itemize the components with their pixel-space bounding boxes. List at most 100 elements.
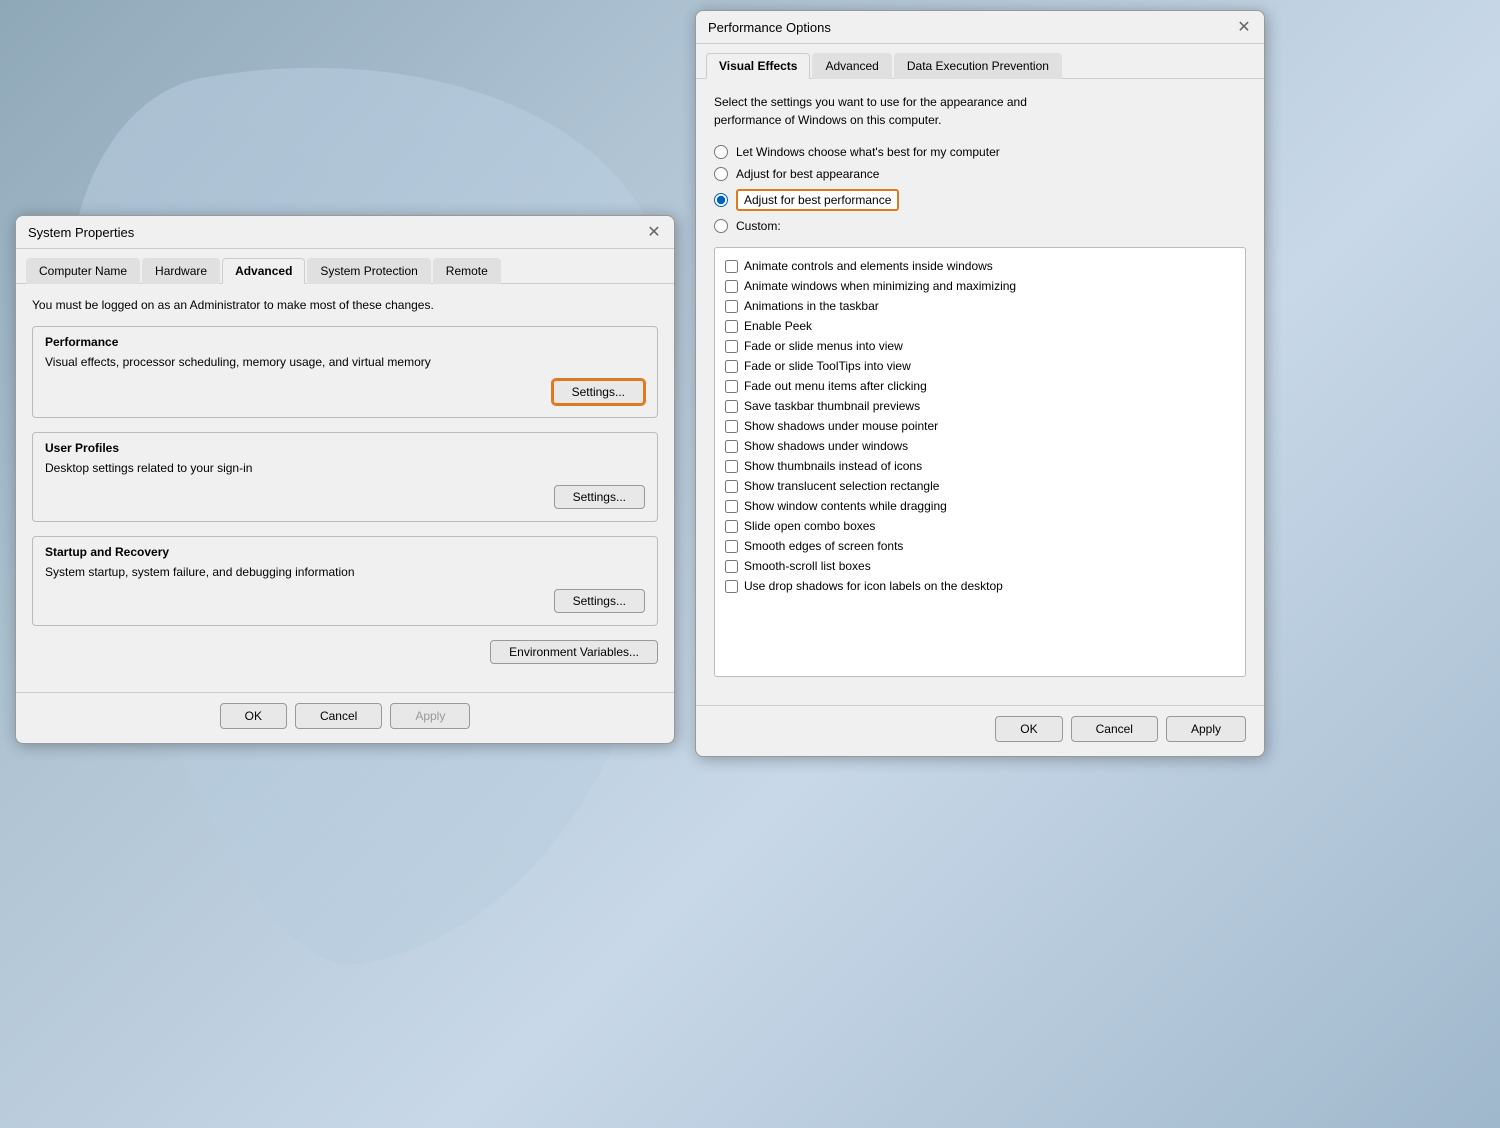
performance-options-window: Performance Options ✕ Visual Effects Adv… bbox=[695, 10, 1265, 757]
checkbox-label-11: Show translucent selection rectangle bbox=[744, 479, 939, 493]
system-properties-tab-bar: Computer Name Hardware Advanced System P… bbox=[16, 249, 674, 284]
checkbox-label-10: Show thumbnails instead of icons bbox=[744, 459, 922, 473]
performance-options-close-button[interactable]: ✕ bbox=[1236, 19, 1252, 35]
checkbox-input-3[interactable] bbox=[725, 320, 738, 333]
checkbox-label-9: Show shadows under windows bbox=[744, 439, 908, 453]
performance-description: Visual effects, processor scheduling, me… bbox=[45, 355, 645, 369]
checkbox-item: Enable Peek bbox=[723, 316, 1237, 336]
radio-let-windows-label: Let Windows choose what's best for my co… bbox=[736, 145, 1000, 159]
radio-best-appearance-input[interactable] bbox=[714, 167, 728, 181]
checkbox-input-7[interactable] bbox=[725, 400, 738, 413]
perf-apply-button[interactable]: Apply bbox=[1166, 716, 1246, 742]
sys-apply-button[interactable]: Apply bbox=[390, 703, 470, 729]
checkbox-label-12: Show window contents while dragging bbox=[744, 499, 947, 513]
performance-settings-button[interactable]: Settings... bbox=[552, 379, 645, 405]
radio-best-performance: Adjust for best performance bbox=[714, 189, 1246, 211]
checkbox-input-8[interactable] bbox=[725, 420, 738, 433]
performance-options-description: Select the settings you want to use for … bbox=[714, 93, 1246, 129]
checkbox-input-11[interactable] bbox=[725, 480, 738, 493]
radio-custom: Custom: bbox=[714, 219, 1246, 233]
checkbox-label-3: Enable Peek bbox=[744, 319, 812, 333]
checkbox-item: Use drop shadows for icon labels on the … bbox=[723, 576, 1237, 596]
checkbox-label-4: Fade or slide menus into view bbox=[744, 339, 903, 353]
performance-label: Performance bbox=[45, 335, 645, 349]
checkbox-input-4[interactable] bbox=[725, 340, 738, 353]
system-properties-close-button[interactable]: ✕ bbox=[646, 224, 662, 240]
startup-recovery-settings-button[interactable]: Settings... bbox=[554, 589, 645, 613]
checkbox-input-0[interactable] bbox=[725, 260, 738, 273]
checkbox-item: Fade or slide ToolTips into view bbox=[723, 356, 1237, 376]
startup-recovery-section: Startup and Recovery System startup, sys… bbox=[32, 536, 658, 626]
performance-section: Performance Visual effects, processor sc… bbox=[32, 326, 658, 418]
checkbox-item: Animate controls and elements inside win… bbox=[723, 256, 1237, 276]
checkbox-item: Show shadows under mouse pointer bbox=[723, 416, 1237, 436]
checkbox-input-9[interactable] bbox=[725, 440, 738, 453]
checkbox-label-5: Fade or slide ToolTips into view bbox=[744, 359, 911, 373]
radio-custom-input[interactable] bbox=[714, 219, 728, 233]
tab-advanced[interactable]: Advanced bbox=[222, 258, 305, 284]
checkbox-label-1: Animate windows when minimizing and maxi… bbox=[744, 279, 1016, 293]
performance-options-footer: OK Cancel Apply bbox=[696, 705, 1264, 756]
checkbox-label-15: Smooth-scroll list boxes bbox=[744, 559, 871, 573]
checkbox-input-1[interactable] bbox=[725, 280, 738, 293]
performance-options-content: Select the settings you want to use for … bbox=[696, 79, 1264, 705]
radio-best-appearance: Adjust for best appearance bbox=[714, 167, 1246, 181]
tab-computer-name[interactable]: Computer Name bbox=[26, 258, 140, 284]
user-profiles-description: Desktop settings related to your sign-in bbox=[45, 461, 645, 475]
tab-visual-effects[interactable]: Visual Effects bbox=[706, 53, 810, 79]
checkbox-label-0: Animate controls and elements inside win… bbox=[744, 259, 993, 273]
radio-best-appearance-label: Adjust for best appearance bbox=[736, 167, 879, 181]
checkbox-item: Show shadows under windows bbox=[723, 436, 1237, 456]
tab-dep[interactable]: Data Execution Prevention bbox=[894, 53, 1062, 79]
visual-effects-radio-group: Let Windows choose what's best for my co… bbox=[714, 145, 1246, 233]
system-properties-content: You must be logged on as an Administrato… bbox=[16, 284, 674, 692]
radio-let-windows-input[interactable] bbox=[714, 145, 728, 159]
checkbox-label-2: Animations in the taskbar bbox=[744, 299, 879, 313]
performance-options-titlebar: Performance Options ✕ bbox=[696, 11, 1264, 44]
system-properties-title: System Properties bbox=[28, 225, 134, 240]
checkbox-label-7: Save taskbar thumbnail previews bbox=[744, 399, 920, 413]
user-profiles-settings-button[interactable]: Settings... bbox=[554, 485, 645, 509]
checkbox-input-16[interactable] bbox=[725, 580, 738, 593]
checkbox-item: Smooth edges of screen fonts bbox=[723, 536, 1237, 556]
checkbox-item: Fade or slide menus into view bbox=[723, 336, 1237, 356]
checkbox-item: Show thumbnails instead of icons bbox=[723, 456, 1237, 476]
checkbox-input-5[interactable] bbox=[725, 360, 738, 373]
checkbox-input-10[interactable] bbox=[725, 460, 738, 473]
tab-system-protection[interactable]: System Protection bbox=[307, 258, 430, 284]
tab-hardware[interactable]: Hardware bbox=[142, 258, 220, 284]
checkbox-input-15[interactable] bbox=[725, 560, 738, 573]
user-profiles-section: User Profiles Desktop settings related t… bbox=[32, 432, 658, 522]
checkbox-input-2[interactable] bbox=[725, 300, 738, 313]
tab-remote[interactable]: Remote bbox=[433, 258, 501, 284]
sys-ok-button[interactable]: OK bbox=[220, 703, 287, 729]
radio-best-performance-input[interactable] bbox=[714, 193, 728, 207]
startup-recovery-label: Startup and Recovery bbox=[45, 545, 645, 559]
checkbox-item: Show translucent selection rectangle bbox=[723, 476, 1237, 496]
perf-ok-button[interactable]: OK bbox=[995, 716, 1062, 742]
checkbox-item: Save taskbar thumbnail previews bbox=[723, 396, 1237, 416]
performance-options-tab-bar: Visual Effects Advanced Data Execution P… bbox=[696, 44, 1264, 79]
radio-let-windows: Let Windows choose what's best for my co… bbox=[714, 145, 1246, 159]
checkbox-item: Show window contents while dragging bbox=[723, 496, 1237, 516]
startup-recovery-description: System startup, system failure, and debu… bbox=[45, 565, 645, 579]
system-properties-titlebar: System Properties ✕ bbox=[16, 216, 674, 249]
checkbox-input-13[interactable] bbox=[725, 520, 738, 533]
sys-cancel-button[interactable]: Cancel bbox=[295, 703, 382, 729]
environment-variables-button[interactable]: Environment Variables... bbox=[490, 640, 658, 664]
performance-options-title: Performance Options bbox=[708, 20, 831, 35]
checkbox-label-14: Smooth edges of screen fonts bbox=[744, 539, 903, 553]
checkbox-label-8: Show shadows under mouse pointer bbox=[744, 419, 938, 433]
checkbox-input-12[interactable] bbox=[725, 500, 738, 513]
user-profiles-label: User Profiles bbox=[45, 441, 645, 455]
radio-best-performance-label: Adjust for best performance bbox=[736, 189, 899, 211]
checkbox-item: Animations in the taskbar bbox=[723, 296, 1237, 316]
checkbox-input-6[interactable] bbox=[725, 380, 738, 393]
perf-cancel-button[interactable]: Cancel bbox=[1071, 716, 1158, 742]
checkbox-item: Fade out menu items after clicking bbox=[723, 376, 1237, 396]
tab-perf-advanced[interactable]: Advanced bbox=[812, 53, 891, 79]
checkbox-label-13: Slide open combo boxes bbox=[744, 519, 875, 533]
radio-custom-label: Custom: bbox=[736, 219, 781, 233]
checkbox-item: Slide open combo boxes bbox=[723, 516, 1237, 536]
checkbox-input-14[interactable] bbox=[725, 540, 738, 553]
